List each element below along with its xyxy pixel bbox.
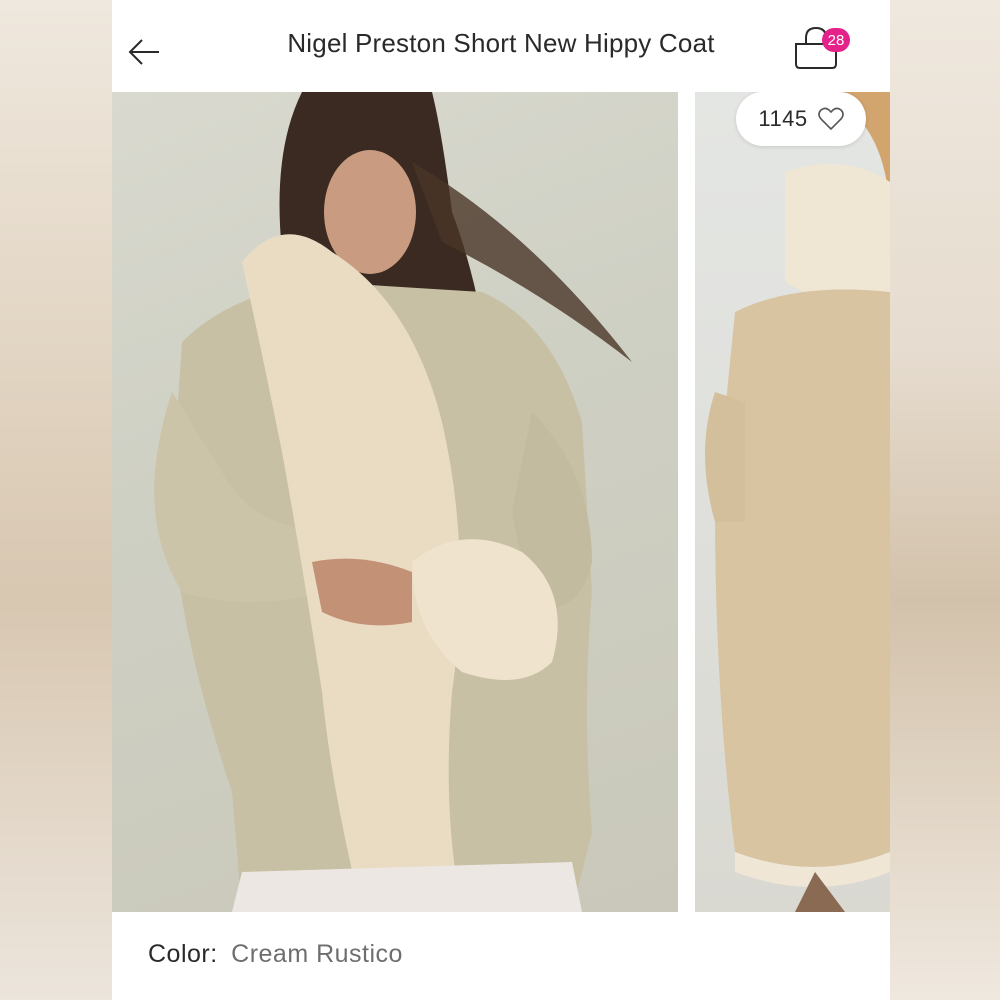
arrow-left-icon (128, 39, 159, 65)
product-image-carousel[interactable]: 1145 (112, 92, 890, 912)
heart-outline-icon (817, 107, 844, 131)
back-view-photo[interactable] (695, 92, 890, 912)
color-label: Color: (148, 940, 218, 968)
product-details: Color: Cream Rustico (112, 912, 890, 1000)
app-screen: Nigel Preston Short New Hippy Coat 28 11… (112, 0, 890, 1000)
model-coat-illustration (154, 92, 632, 912)
background-blur-right (890, 0, 1000, 1000)
like-count: 1145 (758, 106, 808, 131)
main-product-photo[interactable] (112, 92, 678, 912)
top-bar: Nigel Preston Short New Hippy Coat 28 (112, 0, 890, 92)
back-button[interactable] (124, 32, 164, 72)
page-title: Nigel Preston Short New Hippy Coat (287, 28, 715, 58)
cart-button[interactable]: 28 (790, 22, 850, 74)
cart-count-badge: 28 (822, 28, 850, 52)
color-info: Color: Cream Rustico (148, 940, 403, 969)
like-button[interactable]: 1145 (736, 92, 866, 146)
background-blur-left (0, 0, 112, 1000)
color-value: Cream Rustico (231, 940, 403, 968)
coat-back-illustration (705, 92, 890, 912)
